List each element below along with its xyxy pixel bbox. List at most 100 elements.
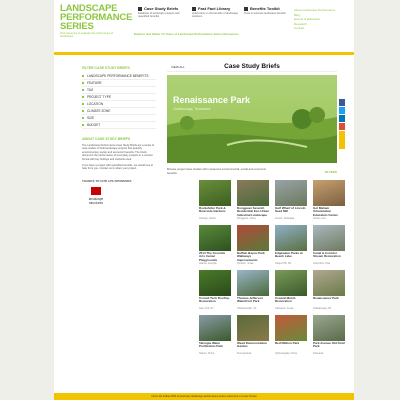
hero-image [167,75,337,163]
about-text-contact: If you have a project with quantified be… [82,164,154,171]
filter-location[interactable]: LOCATION [82,101,156,108]
case-study-thumbnail [275,180,307,206]
case-study-location: New York, NY [199,307,214,310]
briefs-icon [138,6,142,11]
case-study-location: Chapel Hill, NC [275,262,292,265]
case-study-location: Qinhuangdao, China [275,352,297,355]
sponsors-title: THANKS TO OUR LPS SPONSORS [82,178,132,183]
case-study-card[interactable]: Edgewater Parks at Beech Lake Chapel Hill… [275,225,307,266]
case-study-title: Red Ribbon Park [275,342,300,345]
logo-subtitle: Find resources to evaluate the performan… [60,32,114,38]
case-study-thumbnail [313,270,345,296]
page: LANDSCAPE PERFORMANCE SERIES Find resour… [54,0,354,400]
case-study-card[interactable]: Talongie Water Purification Park Hainan, … [199,315,231,356]
case-study-thumbnail [237,225,269,251]
case-study-location: Dongguan, China [237,217,256,220]
case-study-card[interactable]: 2014 The Grounds Arts Center Playgrounds… [199,225,231,266]
header-link[interactable]: Contact [294,26,350,31]
header-tagline[interactable]: Explore and Share 10 Years of Landscape … [134,32,239,36]
header-divider [54,52,354,55]
main-header: VIEW ALL Case Study Briefs [167,62,337,72]
filter-project-type[interactable]: PROJECT TYPE [82,94,156,101]
linkedin-icon[interactable] [339,115,345,122]
case-study-title: Cornell Tech Rooftop Restoration [199,297,230,304]
filter-budget[interactable]: BUDGET [82,122,156,129]
header-links: About Landscape Performance Blog Events … [294,8,350,31]
case-study-title: Coastal Marsh Restoration [275,297,296,304]
about-text: The Landscape Performance Case Study Bri… [82,144,155,161]
case-study-thumbnail [237,180,269,206]
case-study-title: Talongie Water Purification Park [199,342,223,349]
case-study-location: Pennsylvania [237,352,252,355]
case-study-title: Park Avenue Old Field Park [313,342,345,349]
case-study-card[interactable]: Gol Maham Urbanization Education Center … [313,180,345,221]
nav-case-study-briefs[interactable]: Case Study Briefs Database of landscape … [138,6,186,18]
case-study-card[interactable]: Canal & Corridor Stream Restoration Colum… [313,225,345,266]
case-study-thumbnail [313,225,345,251]
case-study-card[interactable]: Weed Demonstration Garden Pennsylvania [237,315,269,356]
case-study-thumbnail [313,315,345,341]
case-study-location: Chicago, Illinois [199,217,216,220]
twitter-icon[interactable] [339,107,345,114]
case-study-card[interactable]: Rockefeller Park & Riverside Gardens Chic… [199,180,231,221]
case-study-card[interactable]: Dongguan Seventh Residential Eco-Urban I… [237,180,269,221]
facebook-icon[interactable] [339,99,345,106]
case-study-location: Tasmania [313,352,324,355]
case-study-thumbnail [275,225,307,251]
footer-text: Now LAF Fellow 25th Anniversary landscap… [151,395,257,398]
case-study-title: 2014 The Grounds Arts Center Playgrounds [199,252,226,262]
case-study-title: Dongguan Seventh Residential Eco-Urban I… [237,207,269,217]
hero-subtitle: Chattanooga, Tennessee [173,107,211,111]
filter-feature[interactable]: FEATURE [82,80,156,87]
sponsor-logo[interactable]: landscape structures [82,186,110,211]
case-study-title: Renaissance Park [313,297,339,300]
hero-banner[interactable]: Renaissance Park Chattanooga, Tennessee [167,75,337,163]
filter-sidebar: FILTER CASE STUDY BRIEFS LANDSCAPE PERFO… [82,66,156,211]
filter-size[interactable]: SIZE [82,115,156,122]
share-bar [339,99,345,150]
case-study-card[interactable]: Renaissance Park Chattanooga, TN [313,270,345,311]
case-study-location: Hainan, China [199,352,215,355]
footer-banner[interactable]: Now LAF Fellow 25th Anniversary landscap… [54,393,354,400]
case-study-thumbnail [199,315,231,341]
toolkit-icon [244,6,248,11]
case-study-thumbnail [199,225,231,251]
case-study-card[interactable]: Gulf Wharf of Lincoln Seed Mill Lincoln, … [275,180,307,221]
case-study-thumbnail [237,270,269,296]
case-study-card[interactable]: Park Avenue Old Field Park Tasmania [313,315,345,356]
case-study-title: Weed Demonstration Garden [237,342,267,349]
case-study-title: Edgewater Parks at Beech Lake [275,252,303,259]
filter-benefits[interactable]: LANDSCAPE PERFORMANCE BENEFITS [82,73,156,80]
case-study-location: Columbus, Ohio [313,262,331,265]
case-study-location: Lincoln, Nebraska [275,217,295,220]
filter-title: FILTER CASE STUDY BRIEFS [82,66,130,70]
site-logo[interactable]: LANDSCAPE PERFORMANCE SERIES Find resour… [60,4,132,38]
nav-description: Quick facts on the benefits of landscape… [192,12,238,18]
case-study-card[interactable]: Cornell Tech Rooftop Restoration New York… [199,270,231,311]
nav-description: Database of landscape projects with quan… [138,12,180,18]
case-study-thumbnail [275,270,307,296]
sponsor-name: landscape structures [88,196,104,205]
page-title: Case Study Briefs [224,63,280,70]
about-title: ABOUT CASE STUDY BRIEFS [82,137,131,141]
nav-benefits-toolkit[interactable]: Benefits Toolkit Tools to estimate lands… [244,6,292,15]
nav-fast-fact-library[interactable]: Fast Fact Library Quick facts on the ben… [192,6,240,18]
case-study-card[interactable]: Red Ribbon Park Qinhuangdao, China [275,315,307,356]
case-study-location: Tehran, Iran [313,217,326,220]
filters-toggle[interactable]: FILTERS [325,170,337,175]
filter-climate-zone[interactable]: CLIMATE ZONE [82,108,156,115]
case-study-card[interactable]: Thomas Jefferson Waterfront Park Charlott… [237,270,269,311]
case-study-title: Canal & Corridor Stream Restoration [313,252,341,259]
intro-row: Browse project case studies with measure… [167,167,337,175]
logo-line-3: SERIES [60,21,94,32]
nav-label: Fast Fact Library [198,6,231,11]
filter-tag[interactable]: TAG [82,87,156,94]
intro-text: Browse project case studies with measure… [167,167,267,175]
case-study-location: Galveston, Texas [275,307,294,310]
case-study-thumbnail [313,180,345,206]
email-icon[interactable] [339,123,345,130]
case-study-card[interactable]: Buffalo Bayou Park Walkways Improvements… [237,225,269,266]
feedback-tab[interactable] [339,131,345,149]
nav-label: Benefits Toolkit [250,6,280,11]
case-study-card[interactable]: Coastal Marsh Restoration Galveston, Texa… [275,270,307,311]
